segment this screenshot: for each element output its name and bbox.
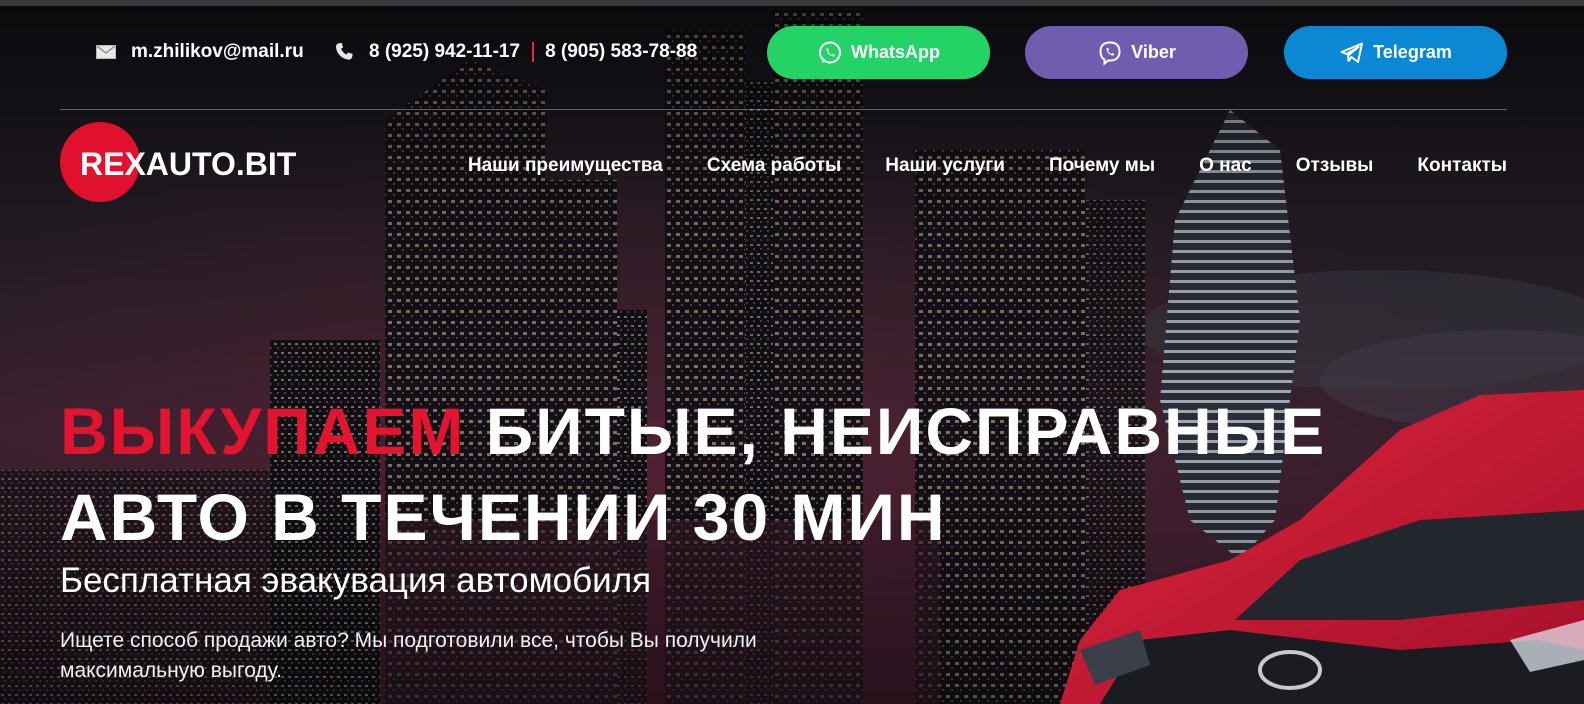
site-logo[interactable]: REXAUTO.BIT [60,122,320,204]
headline-accent: ВЫКУПАЕМ [60,394,466,468]
main-nav: Наши преимущества Схема работы Наши услу… [468,155,1507,177]
phone-number-1[interactable]: 8 (925) 942-11-17 [369,41,520,63]
phone-icon [333,41,355,63]
telegram-icon [1339,40,1365,66]
nav-why-us[interactable]: Почему мы [1049,155,1155,177]
hero-headline: ВЫКУПАЕМ БИТЫЕ, НЕИСПРАВНЫЕ АВТО В ТЕЧЕН… [60,388,1326,560]
logo-text: REXAUTO.BIT [80,146,297,182]
contact-phones: 8 (925) 942-11-17 8 (905) 583-78-88 [333,38,697,66]
header-divider [60,109,1507,110]
telegram-button[interactable]: Telegram [1284,26,1507,79]
nav-advantages[interactable]: Наши преимущества [468,155,663,177]
viber-label: Viber [1131,42,1176,62]
hero-description: Ищете способ продажи авто? Мы подготовил… [60,629,757,682]
browser-top-strip [0,0,1584,6]
viber-icon [1097,40,1123,66]
email-text[interactable]: m.zhilikov@mail.ru [131,41,304,63]
nav-services[interactable]: Наши услуги [885,155,1005,177]
whatsapp-label: WhatsApp [851,42,940,62]
whatsapp-icon [817,40,843,66]
envelope-icon [95,41,117,63]
phone-separator [532,42,535,62]
viber-button[interactable]: Viber [1025,26,1248,79]
nav-about[interactable]: О нас [1199,155,1252,177]
nav-work-scheme[interactable]: Схема работы [707,155,841,177]
contact-email[interactable]: m.zhilikov@mail.ru [95,38,304,66]
hero-subtitle: Бесплатная эвакувация автомобиля [60,561,652,600]
phone-number-2[interactable]: 8 (905) 583-78-88 [545,41,697,63]
telegram-label: Telegram [1373,42,1452,62]
hero-section: m.zhilikov@mail.ru 8 (925) 942-11-17 8 (… [0,0,1584,704]
nav-reviews[interactable]: Отзывы [1296,155,1374,177]
headline-line2: АВТО В ТЕЧЕНИИ 30 МИН [60,480,947,554]
headline-line1-rest: БИТЫЕ, НЕИСПРАВНЫЕ [465,394,1327,468]
nav-contacts[interactable]: Контакты [1417,155,1507,177]
whatsapp-button[interactable]: WhatsApp [767,26,990,79]
